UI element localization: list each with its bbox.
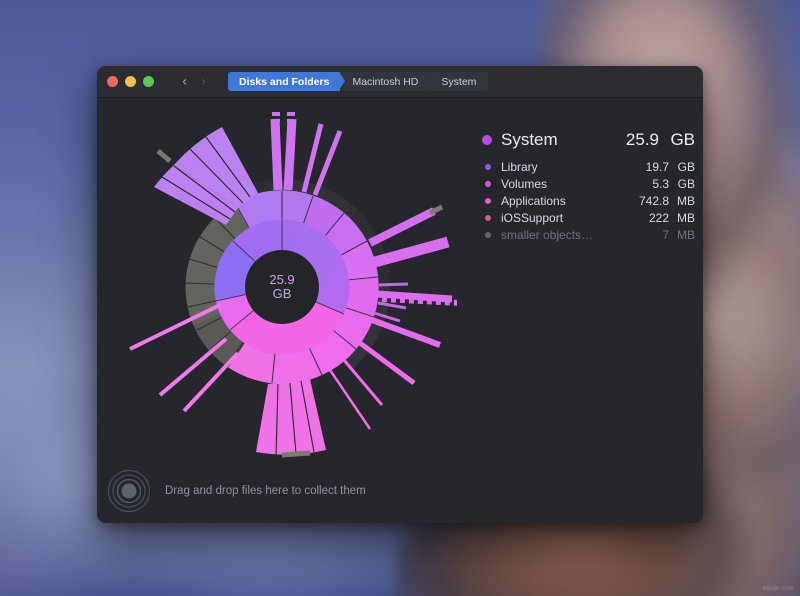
legend-item-label: iOSSupport <box>501 211 649 225</box>
legend-item-volumes[interactable]: Volumes 5.3 GB <box>482 175 695 192</box>
breadcrumb-label: Macintosh HD <box>352 76 418 88</box>
legend-item-value: 222 <box>649 211 669 225</box>
sunburst-center-hole <box>245 250 319 324</box>
concentric-circles-icon <box>107 469 151 513</box>
legend-color-dot <box>485 215 491 221</box>
legend-item-value: 7 <box>662 228 669 242</box>
back-icon[interactable]: ‹ <box>176 72 193 92</box>
minimize-button[interactable] <box>125 76 136 87</box>
breadcrumb: Disks and Folders Macintosh HD System <box>228 72 489 91</box>
legend-item-library[interactable]: Library 19.7 GB <box>482 158 695 175</box>
legend-color-dot <box>485 164 491 170</box>
sunburst-svg <box>107 112 457 462</box>
breadcrumb-item-disks-and-folders[interactable]: Disks and Folders <box>228 72 340 91</box>
close-button[interactable] <box>107 76 118 87</box>
traffic-lights <box>107 76 154 87</box>
legend-item-unit: MB <box>669 211 695 225</box>
legend-header-value: 25.9 <box>626 130 659 150</box>
sunburst-chart[interactable]: 25.9 GB <box>107 112 457 467</box>
breadcrumb-label: Disks and Folders <box>239 76 329 88</box>
legend-item-label: Library <box>501 160 646 174</box>
collector-dropzone[interactable]: Drag and drop files here to collect them <box>107 467 366 515</box>
legend-item-iossupport[interactable]: iOSSupport 222 MB <box>482 209 695 226</box>
breadcrumb-item-macintosh-hd[interactable]: Macintosh HD <box>341 72 429 91</box>
legend-header-label: System <box>501 130 626 150</box>
legend-item-applications[interactable]: Applications 742.8 MB <box>482 192 695 209</box>
legend-item-unit: MB <box>669 228 695 242</box>
legend-color-dot <box>482 135 492 145</box>
legend-item-unit: GB <box>669 177 695 191</box>
breadcrumb-label: System <box>441 76 476 88</box>
disk-analyzer-window: ‹ › Disks and Folders Macintosh HD Syste… <box>97 66 703 523</box>
legend-item-value: 742.8 <box>639 194 669 208</box>
desktop-wallpaper: vsudr.com ‹ › Disks and Folders Macintos… <box>0 0 800 596</box>
legend-color-dot <box>485 198 491 204</box>
legend-header-unit: GB <box>659 130 695 150</box>
legend-item-unit: GB <box>669 160 695 174</box>
forward-icon[interactable]: › <box>195 72 212 92</box>
legend-item-unit: MB <box>669 194 695 208</box>
breadcrumb-item-system[interactable]: System <box>430 72 488 91</box>
zoom-button[interactable] <box>143 76 154 87</box>
window-content: 25.9 GB System 25.9 GB Library 19.7 GB <box>97 98 703 523</box>
legend-color-dot <box>485 181 491 187</box>
dropzone-label: Drag and drop files here to collect them <box>165 485 366 497</box>
legend-item-label: smaller objects… <box>501 228 662 242</box>
window-titlebar: ‹ › Disks and Folders Macintosh HD Syste… <box>97 66 703 98</box>
wallpaper-watermark: vsudr.com <box>763 586 794 592</box>
legend-item-label: Volumes <box>501 177 652 191</box>
legend-panel: System 25.9 GB Library 19.7 GB Volumes 5… <box>482 128 695 243</box>
navigation-buttons: ‹ › <box>176 72 212 92</box>
legend-item-value: 19.7 <box>646 160 669 174</box>
legend-item-value: 5.3 <box>652 177 669 191</box>
legend-header-row[interactable]: System 25.9 GB <box>482 128 695 152</box>
legend-item-label: Applications <box>501 194 639 208</box>
legend-item-smaller-objects[interactable]: smaller objects… 7 MB <box>482 226 695 243</box>
legend-color-dot <box>485 232 491 238</box>
